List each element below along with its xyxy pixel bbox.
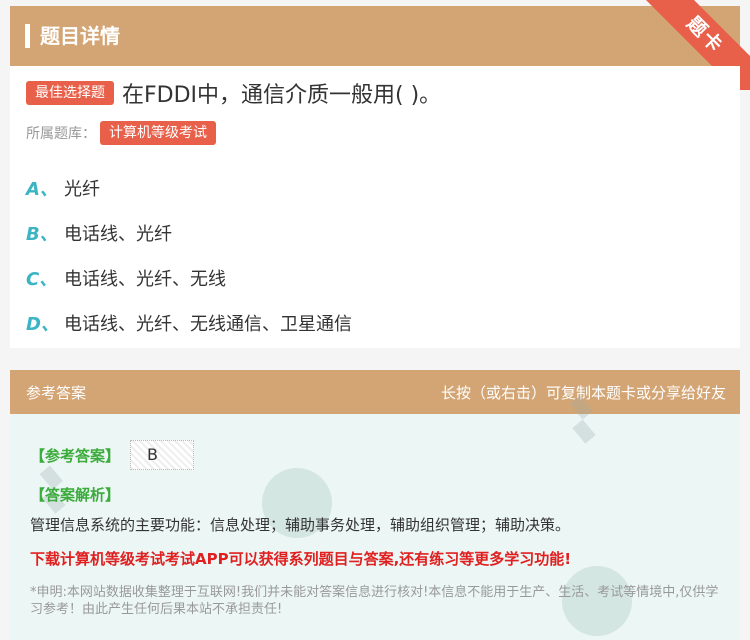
- bank-name-badge[interactable]: 计算机等级考试: [100, 121, 216, 145]
- answer-panel: 参考答案 长按（或右击）可复制本题卡或分享给好友 ▞ ▞ 【参考答案】 B 【答…: [10, 370, 740, 640]
- option-text: 光纤: [64, 179, 100, 200]
- option-d[interactable]: D、 电话线、光纤、无线通信、卫星通信: [26, 310, 352, 336]
- question-card: 最佳选择题 在FDDI中，通信介质一般用( )。 所属题库： 计算机等级考试 A…: [10, 66, 740, 348]
- option-b[interactable]: B、 电话线、光纤: [26, 220, 172, 246]
- question-text: 在FDDI中，通信介质一般用( )。: [122, 83, 442, 108]
- option-a[interactable]: A、 光纤: [26, 175, 100, 201]
- question-type-badge: 最佳选择题: [26, 81, 114, 105]
- header-accent-bar: [25, 24, 30, 48]
- answer-header: 参考答案 长按（或右击）可复制本题卡或分享给好友: [10, 370, 740, 414]
- option-text: 电话线、光纤、无线通信、卫星通信: [64, 314, 352, 335]
- option-letter: B、: [26, 224, 58, 245]
- page-title: 题目详情: [40, 24, 120, 48]
- question-bank-line: 所属题库： 计算机等级考试: [26, 121, 216, 145]
- answer-row: 【参考答案】 B: [30, 440, 195, 470]
- option-letter: A、: [26, 179, 58, 200]
- page-header: 题目详情: [10, 6, 740, 66]
- option-letter: D、: [26, 314, 59, 335]
- answer-label: 【参考答案】: [30, 446, 121, 465]
- answer-section-title: 参考答案: [26, 384, 87, 402]
- question-line: 最佳选择题 在FDDI中，通信介质一般用( )。: [26, 78, 441, 108]
- answer-image: B: [130, 440, 195, 470]
- analysis-text: 管理信息系统的主要功能：信息处理；辅助事务处理，辅助组织管理；辅助决策。: [30, 516, 571, 534]
- answer-value: B: [147, 445, 158, 464]
- option-text: 电话线、光纤、无线: [64, 269, 226, 290]
- app-promo-link[interactable]: 下载计算机等级考试考试APP可以获得系列题目与答案,还有练习等更多学习功能!: [30, 548, 571, 569]
- option-letter: C、: [26, 269, 58, 290]
- option-text: 电话线、光纤: [64, 224, 172, 245]
- disclaimer-text: *申明:本网站数据收集整理于互联网!我们并未能对答案信息进行核对!本信息不能用于…: [30, 585, 719, 617]
- option-c[interactable]: C、 电话线、光纤、无线: [26, 265, 226, 291]
- analysis-label: 【答案解析】: [30, 486, 121, 504]
- bank-label: 所属题库：: [26, 126, 96, 142]
